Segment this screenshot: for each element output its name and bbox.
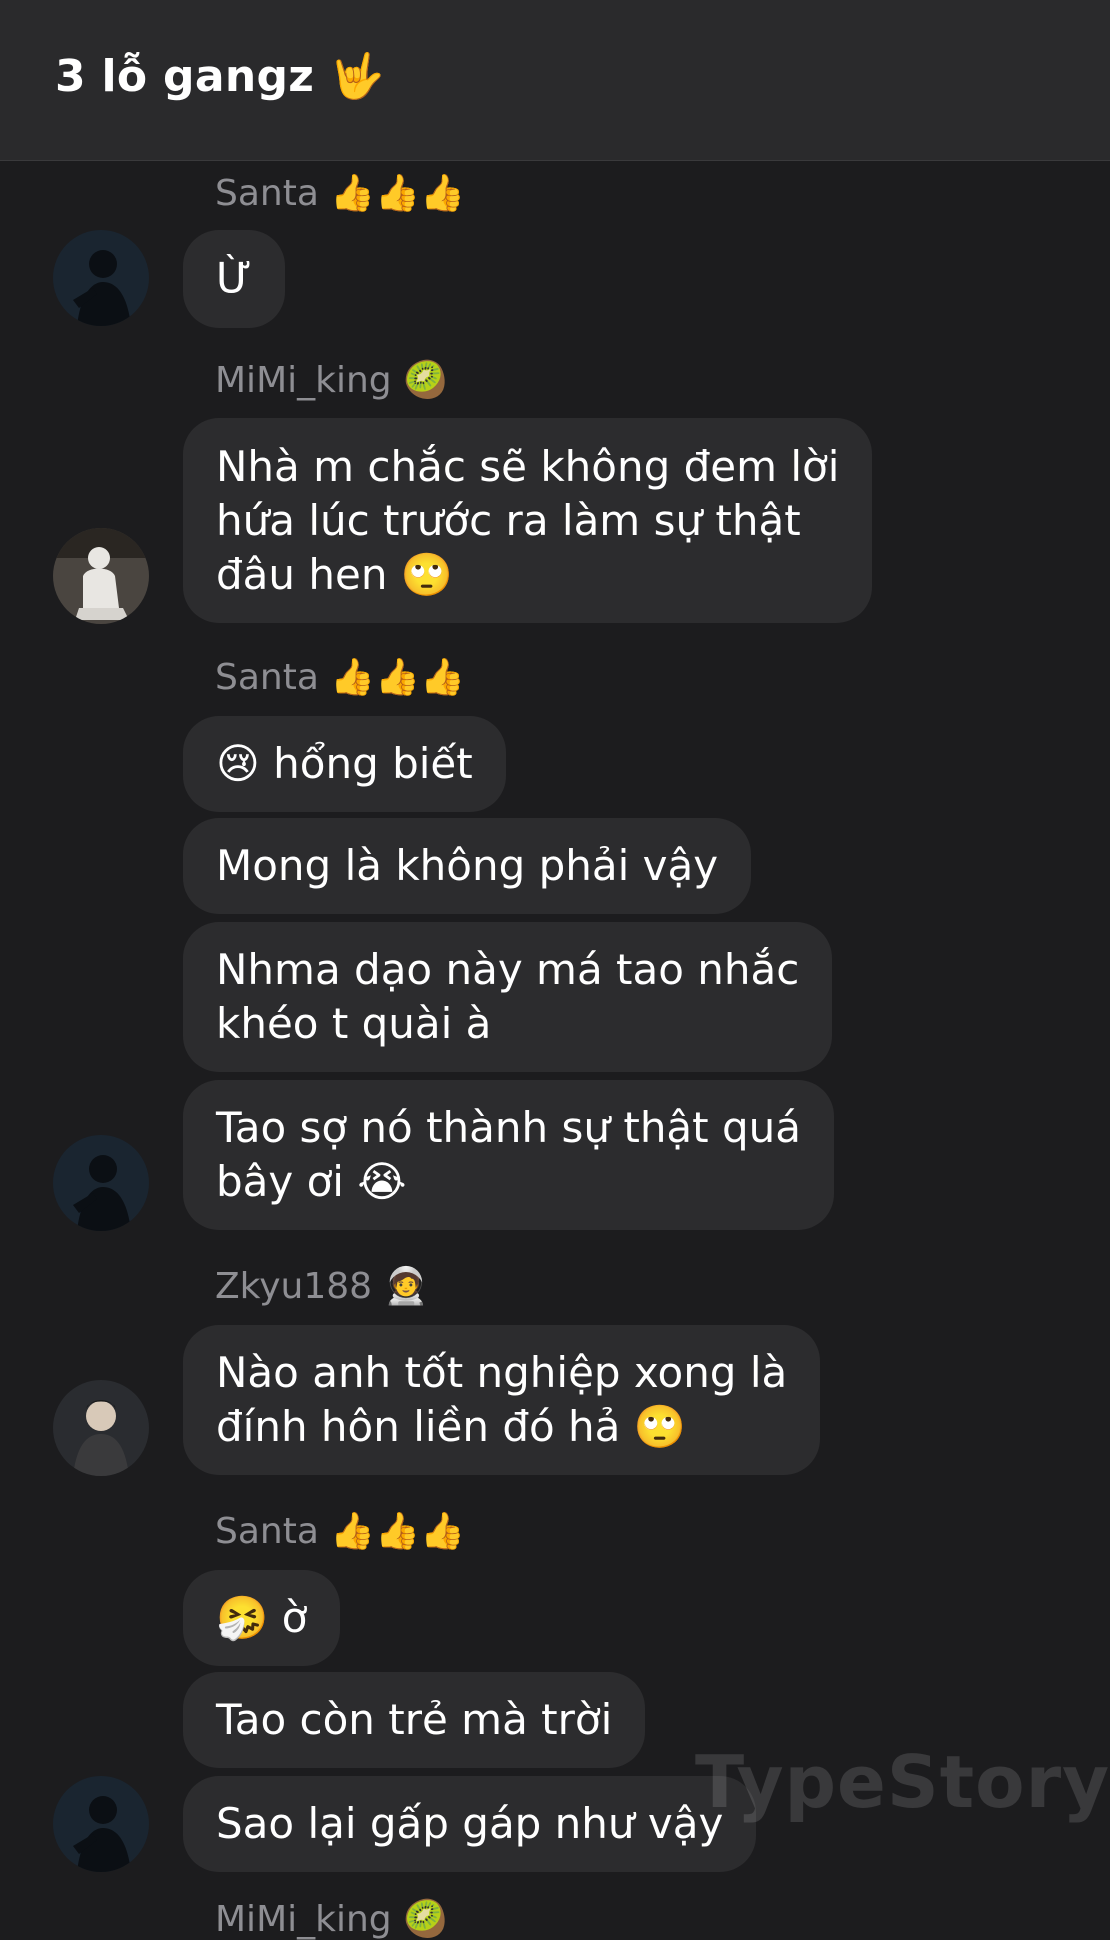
message-bubble[interactable]: Nhma dạo này má tao nhắc khéo t quài à [183,922,833,1072]
message-bubble[interactable]: Nào anh tốt nghiệp xong là đính hôn liền… [183,1325,821,1475]
message-list: Santa 👍👍👍 Ừ MiMi_king 🥝 Nhà m chắc sẽ kh… [0,0,1110,1940]
message-bubble[interactable]: Mong là không phải vậy [183,818,752,914]
message-bubble[interactable]: Tao sợ nó thành sự thật quá bây ơi 😭 [183,1080,835,1230]
avatar-santa[interactable] [53,1135,149,1231]
sender-name: MiMi_king 🥝 [215,360,448,401]
sender-name: Santa 👍👍👍 [215,657,465,698]
avatar-zkyu188[interactable] [53,1380,149,1476]
sender-name: Santa 👍👍👍 [215,173,465,214]
message-bubble[interactable]: 🤧 ờ [183,1570,341,1666]
message-bubble[interactable]: Ừ [183,230,286,328]
avatar-santa[interactable] [53,1776,149,1872]
message-bubble[interactable]: Sao lại gấp gáp như vậy [183,1776,757,1872]
message-bubble[interactable]: 😢 hổng biết [183,716,506,812]
sender-name: Santa 👍👍👍 [215,1511,465,1552]
sender-name-partial: MiMi_king 🥝 [215,1899,448,1940]
watermark: TypeStory [695,1740,1110,1824]
message-bubble[interactable]: Tao còn trẻ mà trời [183,1672,646,1768]
message-bubble[interactable]: Nhà m chắc sẽ không đem lời hứa lúc trướ… [183,418,873,623]
sender-name: Zkyu188 🧑‍🚀 [215,1266,429,1307]
avatar-santa[interactable] [53,230,149,326]
avatar-mimi-king[interactable] [53,528,149,624]
